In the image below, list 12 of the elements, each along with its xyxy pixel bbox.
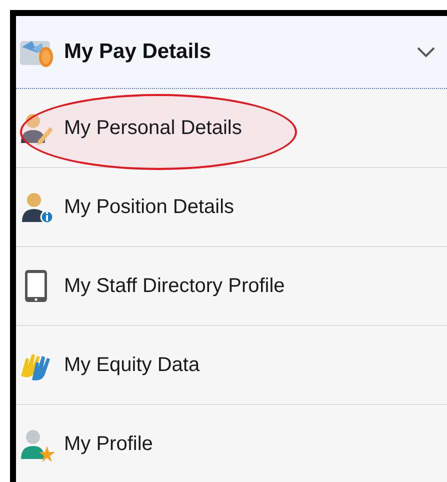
- menu-item-label: My Equity Data: [64, 354, 200, 376]
- menu-item-label: My Position Details: [64, 196, 234, 218]
- menu-item[interactable]: My Equity Data: [16, 326, 447, 405]
- menu-item[interactable]: My Staff Directory Profile: [16, 247, 447, 326]
- menu-item-label: My Staff Directory Profile: [64, 274, 285, 298]
- menu-item[interactable]: My Profile: [16, 405, 447, 482]
- section-title: My Pay Details: [64, 40, 212, 64]
- menu-item[interactable]: My Position Details: [16, 168, 447, 247]
- menu-item[interactable]: My Personal Details: [16, 89, 447, 168]
- menu-item-label: My Personal Details: [64, 116, 242, 140]
- menu-header[interactable]: My Pay Details: [16, 16, 447, 89]
- menu-item-label: My Profile: [64, 432, 153, 456]
